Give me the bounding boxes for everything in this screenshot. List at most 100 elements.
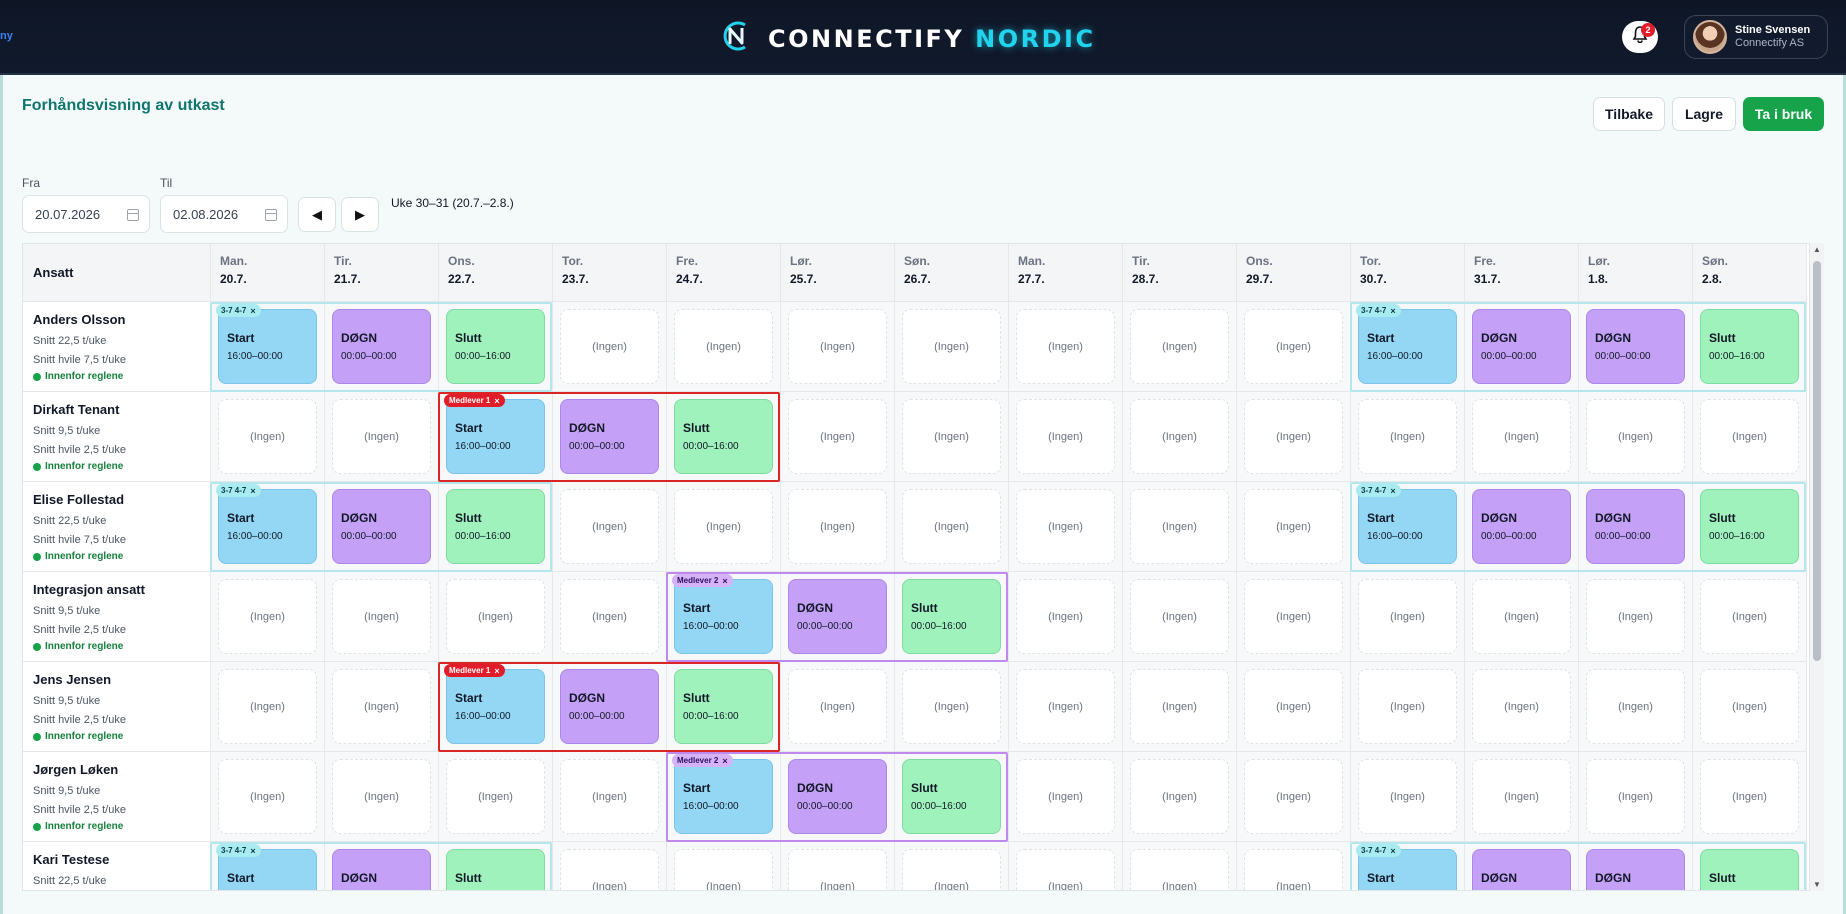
schedule-cell[interactable]: Slutt 00:00–16:00 bbox=[439, 302, 553, 392]
shift-block-start[interactable]: Start 16:00–00:00 bbox=[218, 309, 317, 384]
shift-block-dogn[interactable]: DØGN00:00–00:00 bbox=[332, 309, 431, 384]
remove-tag-icon[interactable]: × bbox=[494, 396, 499, 406]
to-date-input[interactable]: 02.08.2026 bbox=[160, 195, 288, 233]
schedule-cell[interactable]: (Ingen) bbox=[439, 572, 553, 662]
schedule-cell[interactable]: (Ingen) bbox=[1009, 842, 1123, 890]
schedule-cell[interactable]: DØGN00:00–00:00 bbox=[553, 662, 667, 752]
schedule-cell[interactable]: (Ingen) bbox=[1009, 302, 1123, 392]
schedule-cell[interactable]: (Ingen) bbox=[781, 482, 895, 572]
schedule-cell[interactable]: (Ingen) bbox=[1009, 752, 1123, 842]
schedule-cell[interactable]: (Ingen) bbox=[1123, 482, 1237, 572]
schedule-cell[interactable]: (Ingen) bbox=[667, 302, 781, 392]
shift-block-start[interactable]: Start 16:00–00:00 bbox=[674, 759, 773, 834]
schedule-cell[interactable]: (Ingen) bbox=[211, 662, 325, 752]
schedule-cell[interactable]: Slutt 00:00–16:00 bbox=[895, 752, 1009, 842]
brand-logo[interactable]: CONNECTIFY NORDIC bbox=[718, 18, 1096, 59]
employee-cell[interactable]: Kari TesteseSnitt 22,5 t/ukeSnitt hvile … bbox=[23, 842, 211, 890]
shift-block-dogn[interactable]: DØGN00:00–00:00 bbox=[332, 489, 431, 564]
scrollbar-thumb[interactable] bbox=[1813, 261, 1821, 661]
shift-block-dogn[interactable]: DØGN00:00–00:00 bbox=[788, 579, 887, 654]
shift-block-slutt[interactable]: Slutt 00:00–16:00 bbox=[902, 759, 1001, 834]
schedule-cell[interactable]: (Ingen) bbox=[553, 842, 667, 890]
employee-cell[interactable]: Dirkaft Tenant Snitt 9,5 t/uke Snitt hvile… bbox=[23, 392, 211, 482]
shift-block-dogn[interactable]: DØGN00:00–00:00 bbox=[1586, 309, 1685, 384]
schedule-cell[interactable]: (Ingen) bbox=[781, 302, 895, 392]
schedule-cell[interactable]: (Ingen) bbox=[1465, 752, 1579, 842]
schedule-cell[interactable]: DØGN00:00–00:00 bbox=[1579, 842, 1693, 890]
rotation-tag[interactable]: 3-7 4-7 × bbox=[216, 304, 261, 317]
schedule-cell[interactable]: (Ingen) bbox=[1009, 662, 1123, 752]
schedule-cell[interactable]: DØGN00:00–00:00 bbox=[1579, 302, 1693, 392]
schedule-cell[interactable]: DØGN00:00–00:00 bbox=[553, 392, 667, 482]
vertical-scrollbar[interactable]: ▲ ▼ bbox=[1810, 243, 1824, 891]
employee-cell[interactable]: Jens Jensen Snitt 9,5 t/uke Snitt hvile 2,… bbox=[23, 662, 211, 752]
schedule-cell[interactable]: (Ingen) bbox=[1693, 752, 1807, 842]
shift-block-slutt[interactable]: Slutt 00:00–16:00 bbox=[902, 579, 1001, 654]
schedule-cell[interactable]: (Ingen) bbox=[1237, 392, 1351, 482]
shift-block-dogn[interactable]: DØGN00:00–00:00 bbox=[1586, 489, 1685, 564]
rotation-tag[interactable]: Medlever 1 × bbox=[444, 394, 505, 407]
schedule-cell[interactable]: (Ingen) bbox=[1123, 752, 1237, 842]
shift-block-start[interactable]: Start 16:00–00:00 bbox=[674, 579, 773, 654]
schedule-cell[interactable]: (Ingen) bbox=[1009, 482, 1123, 572]
schedule-cell[interactable]: (Ingen) bbox=[325, 662, 439, 752]
schedule-cell[interactable]: DØGN00:00–00:00 bbox=[325, 482, 439, 572]
schedule-cell[interactable]: (Ingen) bbox=[1123, 302, 1237, 392]
schedule-cell[interactable]: Slutt 00:00–16:00 bbox=[667, 392, 781, 482]
schedule-cell[interactable]: (Ingen) bbox=[1123, 842, 1237, 890]
employee-cell[interactable]: Anders Olsson Snitt 22,5 t/uke Snitt hvile… bbox=[23, 302, 211, 392]
schedule-cell[interactable]: (Ingen) bbox=[1351, 752, 1465, 842]
user-menu[interactable]: Stine Svensen Connectify AS bbox=[1684, 15, 1828, 59]
schedule-cell[interactable]: DØGN00:00–00:00 bbox=[325, 842, 439, 890]
schedule-cell[interactable]: (Ingen) bbox=[553, 752, 667, 842]
schedule-cell[interactable]: Slutt 00:00–16:00 bbox=[895, 572, 1009, 662]
schedule-cell[interactable]: (Ingen) bbox=[781, 392, 895, 482]
rotation-tag[interactable]: Medlever 1 × bbox=[444, 664, 505, 677]
shift-block-dogn[interactable]: DØGN00:00–00:00 bbox=[332, 849, 431, 890]
apply-button[interactable]: Ta i bruk bbox=[1743, 97, 1824, 131]
schedule-cell[interactable]: (Ingen) bbox=[553, 302, 667, 392]
schedule-cell[interactable]: (Ingen) bbox=[1579, 752, 1693, 842]
employee-cell[interactable]: Elise Follestad Snitt 22,5 t/uke Snitt hvi… bbox=[23, 482, 211, 572]
schedule-cell[interactable]: (Ingen) bbox=[439, 752, 553, 842]
rotation-tag[interactable]: 3-7 4-7 × bbox=[216, 844, 261, 857]
schedule-cell[interactable]: (Ingen) bbox=[895, 302, 1009, 392]
remove-tag-icon[interactable]: × bbox=[722, 576, 727, 586]
schedule-cell[interactable]: (Ingen) bbox=[781, 662, 895, 752]
schedule-cell[interactable]: (Ingen) bbox=[895, 482, 1009, 572]
rotation-tag[interactable]: Medlever 2 × bbox=[672, 574, 733, 587]
schedule-cell[interactable]: (Ingen) bbox=[1237, 572, 1351, 662]
rotation-tag[interactable]: 3-7 4-7 × bbox=[216, 484, 261, 497]
schedule-cell[interactable]: Slutt 00:00–16:00 bbox=[439, 482, 553, 572]
shift-block-dogn[interactable]: DØGN00:00–00:00 bbox=[1472, 309, 1571, 384]
schedule-cell[interactable]: (Ingen) bbox=[211, 752, 325, 842]
shift-block-start[interactable]: Start 16:00–00:00 bbox=[218, 489, 317, 564]
shift-block-dogn[interactable]: DØGN00:00–00:00 bbox=[560, 669, 659, 744]
shift-block-slutt[interactable]: Slutt 00:00–16:00 bbox=[1700, 309, 1799, 384]
shift-block-slutt[interactable]: Slutt 00:00–16:00 bbox=[446, 489, 545, 564]
rotation-tag[interactable]: 3-7 4-7 × bbox=[1356, 484, 1401, 497]
schedule-cell[interactable]: (Ingen) bbox=[1237, 482, 1351, 572]
schedule-cell[interactable]: (Ingen) bbox=[781, 842, 895, 890]
shift-block-slutt[interactable]: Slutt 00:00–16:00 bbox=[1700, 489, 1799, 564]
schedule-cell[interactable]: (Ingen) bbox=[1123, 572, 1237, 662]
shift-block-start[interactable]: Start 16:00–00:00 bbox=[446, 399, 545, 474]
shift-block-start[interactable]: Start 16:00–00:00 bbox=[1358, 309, 1457, 384]
schedule-cell[interactable]: (Ingen) bbox=[1123, 392, 1237, 482]
save-button[interactable]: Lagre bbox=[1672, 97, 1736, 131]
schedule-cell[interactable]: (Ingen) bbox=[1237, 752, 1351, 842]
schedule-cell[interactable]: (Ingen) bbox=[1693, 392, 1807, 482]
schedule-cell[interactable]: (Ingen) bbox=[895, 662, 1009, 752]
schedule-cell[interactable]: (Ingen) bbox=[325, 392, 439, 482]
schedule-cell[interactable]: (Ingen) bbox=[1465, 572, 1579, 662]
schedule-cell[interactable]: (Ingen) bbox=[1579, 392, 1693, 482]
remove-tag-icon[interactable]: × bbox=[250, 846, 255, 856]
schedule-cell[interactable]: DØGN00:00–00:00 bbox=[1465, 302, 1579, 392]
from-date-input[interactable]: 20.07.2026 bbox=[22, 195, 150, 233]
schedule-cell[interactable]: Slutt 00:00–16:00 bbox=[1693, 482, 1807, 572]
schedule-cell[interactable]: (Ingen) bbox=[667, 482, 781, 572]
schedule-cell[interactable]: Slutt 00:00–16:00 bbox=[667, 662, 781, 752]
remove-tag-icon[interactable]: × bbox=[1390, 846, 1395, 856]
remove-tag-icon[interactable]: × bbox=[1390, 306, 1395, 316]
scroll-down-icon[interactable]: ▼ bbox=[1813, 880, 1821, 889]
